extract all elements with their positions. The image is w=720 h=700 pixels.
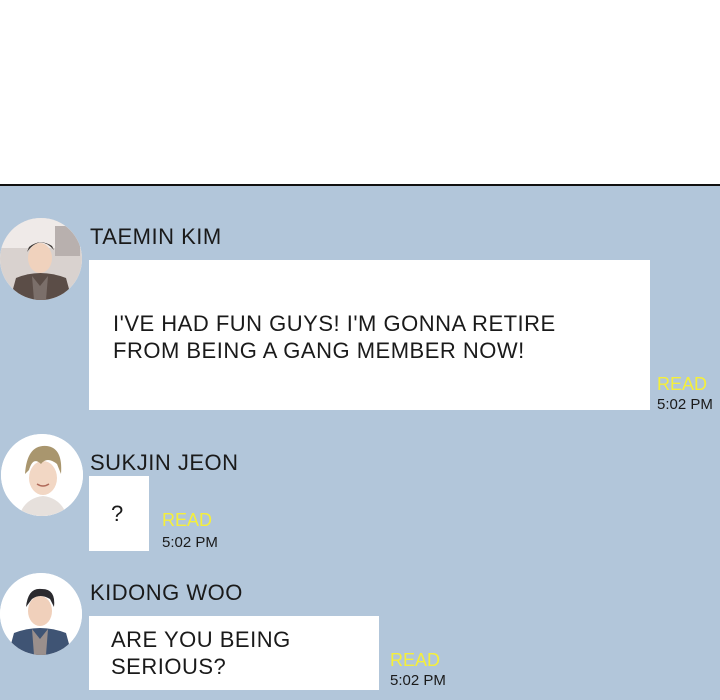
read-receipt: READ [162, 510, 213, 530]
message-time: 5:02 PM [162, 534, 218, 551]
read-receipt: READ [390, 650, 441, 670]
avatar-kidong-woo[interactable] [0, 573, 82, 655]
message-time: 5:02 PM [390, 672, 446, 689]
message-bubble[interactable]: I'VE HAD FUN GUYS! I'M GONNA RETIRE FROM… [89, 260, 650, 410]
message-bubble[interactable]: ? [89, 476, 149, 551]
read-receipt: READ [657, 374, 708, 394]
avatar-taemin-kim[interactable] [0, 218, 82, 300]
message-time: 5:02 PM [657, 396, 713, 413]
message-line: SERIOUS? [111, 654, 227, 679]
message-line: FROM BEING A GANG MEMBER NOW! [113, 338, 525, 363]
sender-name: TAEMIN KIM [90, 224, 222, 249]
message-line: I'VE HAD FUN GUYS! I'M GONNA RETIRE [113, 311, 556, 336]
sender-name: SUKJIN JEON [90, 450, 239, 475]
message-line: ARE YOU BEING [111, 627, 291, 652]
message-bubble[interactable]: ARE YOU BEING SERIOUS? [89, 616, 379, 690]
blank-panel-area [0, 0, 720, 185]
avatar-sukjin-jeon[interactable] [1, 434, 83, 516]
sender-name: KIDONG WOO [90, 580, 243, 605]
message-line: ? [111, 501, 124, 526]
chat-window: TAEMIN KIM I'VE HAD FUN GUYS! I'M GONNA … [0, 184, 720, 700]
